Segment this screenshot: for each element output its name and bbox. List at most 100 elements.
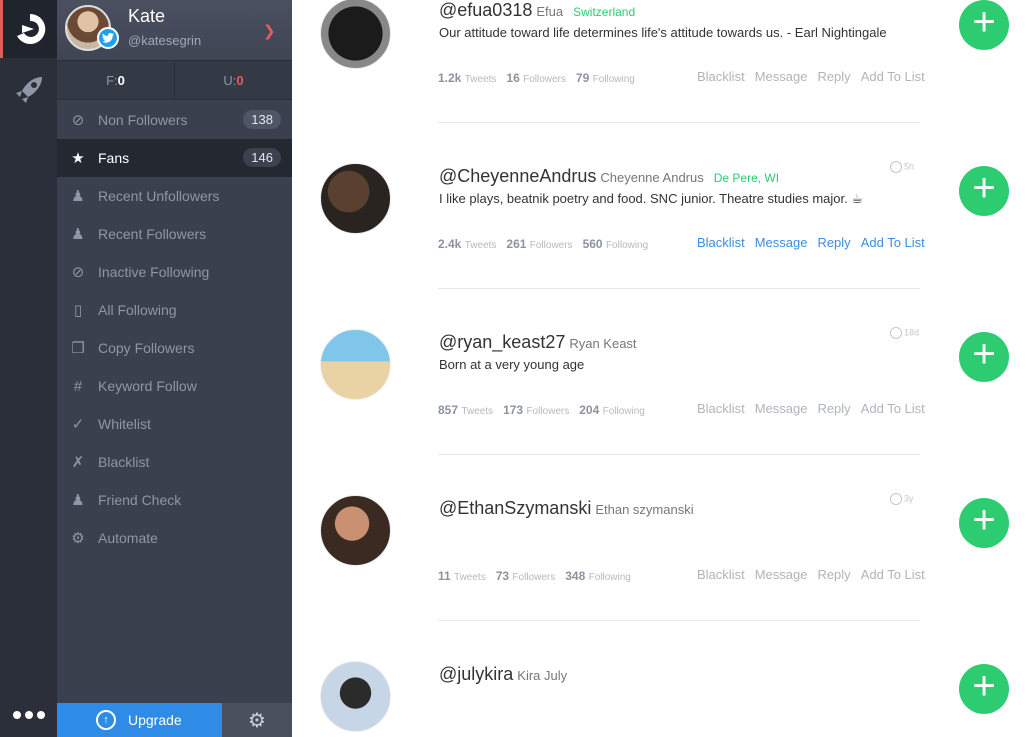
reply-link[interactable]: Reply xyxy=(817,69,850,84)
followers-count: 261 xyxy=(506,237,527,251)
blacklist-link[interactable]: Blacklist xyxy=(697,235,745,250)
gears-icon: ⚙ xyxy=(71,530,85,547)
sidebar-item-non-followers[interactable]: ⊘ Non Followers 138 xyxy=(57,101,292,139)
user-handle[interactable]: @julykira xyxy=(439,664,513,684)
sidebar-item-label: All Following xyxy=(98,302,177,318)
copy-icon: ❐ xyxy=(71,340,85,357)
rocket-icon[interactable] xyxy=(0,60,57,120)
list-item: @EthanSzymanski Ethan szymanski 3y 11 Twe… xyxy=(292,493,1030,664)
user-avatar[interactable] xyxy=(320,661,391,732)
user-real-name: Kira July xyxy=(517,668,568,683)
user-avatar[interactable] xyxy=(320,495,391,566)
sidebar-item-label: Automate xyxy=(98,530,158,546)
sidebar-item-recent-followers[interactable]: ♟ Recent Followers xyxy=(57,215,292,253)
tweets-count: 11 xyxy=(438,569,451,583)
user-handle[interactable]: @efua0318 xyxy=(439,0,532,20)
add-to-list-link[interactable]: Add To List xyxy=(861,235,925,250)
user-avatar[interactable] xyxy=(320,0,391,69)
sidebar-item-label: Inactive Following xyxy=(98,264,210,280)
message-link[interactable]: Message xyxy=(755,235,808,250)
user-handle-row: @efua0318 Efua Switzerland xyxy=(439,0,635,21)
divider xyxy=(438,122,920,123)
follow-add-button[interactable]: + xyxy=(959,0,1009,50)
user-handle-row: @julykira Kira July xyxy=(439,664,567,685)
blacklist-link[interactable]: Blacklist xyxy=(697,401,745,416)
sidebar-item-fans[interactable]: ★ Fans 146 xyxy=(57,139,292,177)
sidebar-item-friend-check[interactable]: ♟ Friend Check xyxy=(57,481,292,519)
upgrade-button[interactable]: ↑ Upgrade xyxy=(57,703,222,737)
reply-link[interactable]: Reply xyxy=(817,401,850,416)
stat-f-label: F: xyxy=(106,72,118,88)
app-logo-icon[interactable] xyxy=(0,0,57,58)
twitter-icon xyxy=(97,27,119,49)
follow-add-button[interactable]: + xyxy=(959,332,1009,382)
sidebar-item-inactive-following[interactable]: ⊘ Inactive Following xyxy=(57,253,292,291)
sidebar-item-blacklist[interactable]: ✗ Blacklist xyxy=(57,443,292,481)
sidebar-item-automate[interactable]: ⚙ Automate xyxy=(57,519,292,557)
follow-add-button[interactable]: + xyxy=(959,166,1009,216)
tweets-count: 857 xyxy=(438,403,459,417)
follow-add-button[interactable]: + xyxy=(959,664,1009,714)
user-counts: 857 Tweets 173 Followers 204 Following xyxy=(438,403,655,417)
time-label: 3y xyxy=(904,493,914,504)
sidebar-item-label: Copy Followers xyxy=(98,340,195,356)
check-file-icon: ✓ xyxy=(71,416,85,433)
tweets-label: Tweets xyxy=(464,74,497,85)
profile-header[interactable]: Kate @katesegrin ❯ xyxy=(57,0,292,60)
chevron-down-icon[interactable]: ❯ xyxy=(263,22,276,40)
blacklist-link[interactable]: Blacklist xyxy=(697,69,745,84)
user-avatar[interactable] xyxy=(320,163,391,234)
last-active-time: 18d xyxy=(890,327,919,339)
block-icon: ⊘ xyxy=(71,264,85,281)
user-avatar[interactable] xyxy=(320,329,391,400)
tweets-label: Tweets xyxy=(464,240,497,251)
sidebar-item-label: Recent Unfollowers xyxy=(98,188,220,204)
user-real-name: Cheyenne Andrus xyxy=(600,170,704,185)
time-label: 5h xyxy=(904,161,915,172)
followers-label: Followers xyxy=(523,74,566,85)
following-count: 79 xyxy=(575,71,590,85)
sidebar-item-copy-followers[interactable]: ❐ Copy Followers xyxy=(57,329,292,367)
follow-add-button[interactable]: + xyxy=(959,498,1009,548)
user-plus-icon: ♟ xyxy=(71,226,85,243)
tweets-label: Tweets xyxy=(454,572,486,583)
user-location: De Pere, WI xyxy=(713,171,780,185)
sidebar-item-all-following[interactable]: ▯ All Following xyxy=(57,291,292,329)
count-badge: 138 xyxy=(243,110,281,129)
count-badge: 146 xyxy=(243,148,281,167)
tweets-label: Tweets xyxy=(461,406,494,417)
message-link[interactable]: Message xyxy=(755,69,808,84)
profile-name: Kate xyxy=(128,6,166,26)
arrow-up-icon: ↑ xyxy=(96,710,116,730)
following-label: Following xyxy=(588,572,631,583)
followers-count: 16 xyxy=(506,71,520,85)
user-handle[interactable]: @ryan_keast27 xyxy=(439,332,565,352)
reply-link[interactable]: Reply xyxy=(817,235,850,250)
sidebar-item-whitelist[interactable]: ✓ Whitelist xyxy=(57,405,292,443)
sidebar-item-recent-unfollowers[interactable]: ♟ Recent Unfollowers xyxy=(57,177,292,215)
sidebar-item-label: Keyword Follow xyxy=(98,378,197,394)
add-to-list-link[interactable]: Add To List xyxy=(861,69,925,84)
reply-link[interactable]: Reply xyxy=(817,567,850,582)
sidebar-item-keyword-follow[interactable]: # Keyword Follow xyxy=(57,367,292,405)
add-to-list-link[interactable]: Add To List xyxy=(861,567,925,582)
clock-icon xyxy=(890,327,902,339)
message-link[interactable]: Message xyxy=(755,401,808,416)
icon-rail xyxy=(0,0,57,737)
block-icon: ⊘ xyxy=(71,112,85,129)
user-handle[interactable]: @CheyenneAndrus xyxy=(439,166,596,186)
user-handle-row: @ryan_keast27 Ryan Keast xyxy=(439,332,637,353)
user-handle-row: @CheyenneAndrus Cheyenne Andrus De Pere, W… xyxy=(439,166,779,187)
followers-count: 173 xyxy=(503,403,524,417)
message-link[interactable]: Message xyxy=(755,567,808,582)
add-to-list-link[interactable]: Add To List xyxy=(861,401,925,416)
user-handle[interactable]: @EthanSzymanski xyxy=(439,498,591,518)
last-active-time: 3y xyxy=(890,493,914,505)
user-actions: Blacklist Message Reply Add To List xyxy=(697,567,935,582)
settings-gear-icon[interactable]: ⚙ xyxy=(222,703,292,737)
followers-label: Followers xyxy=(512,572,556,583)
more-icon[interactable] xyxy=(0,693,57,737)
stat-u-label: U: xyxy=(223,72,237,88)
user-counts: 1.2k Tweets 16 Followers 79 Following xyxy=(438,71,645,85)
blacklist-link[interactable]: Blacklist xyxy=(697,567,745,582)
